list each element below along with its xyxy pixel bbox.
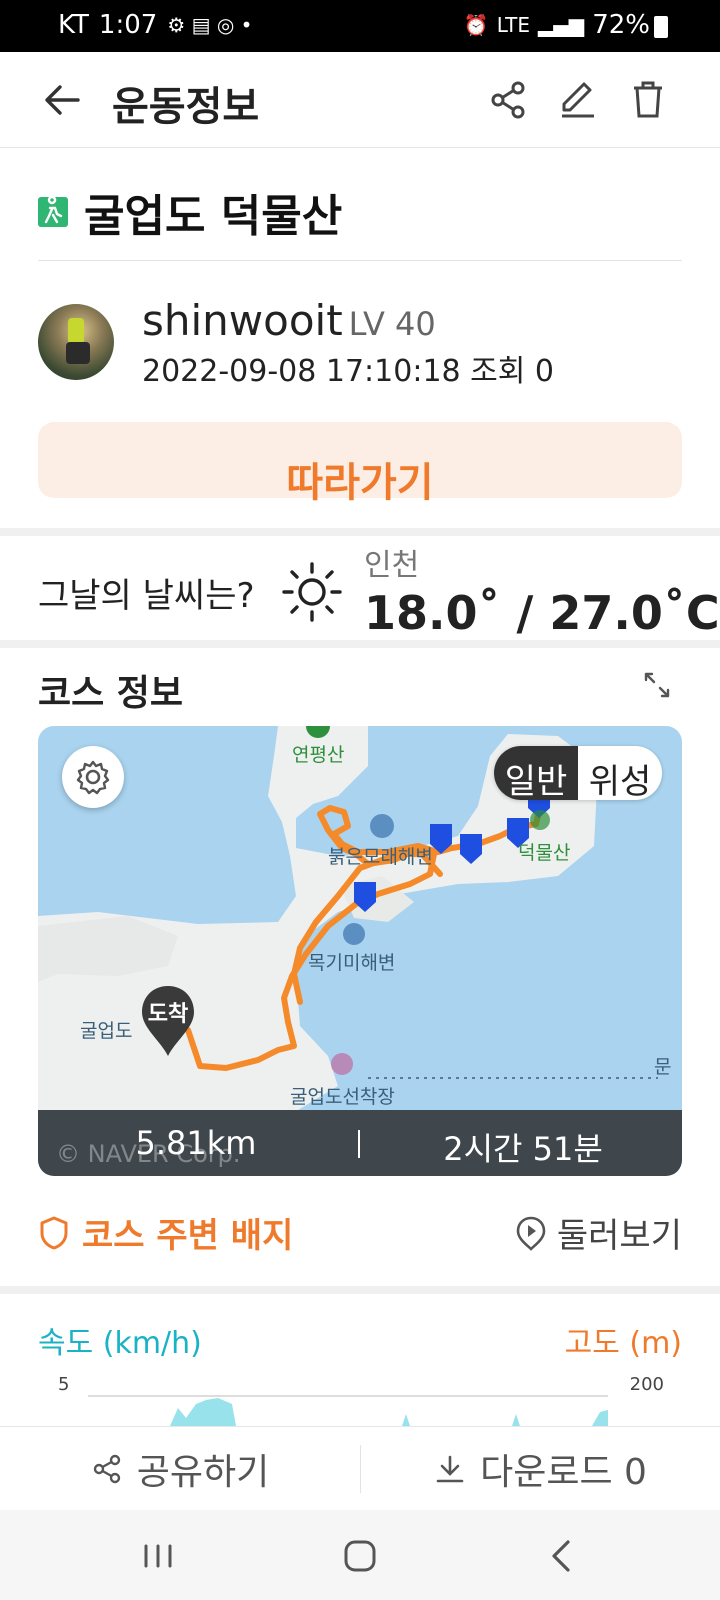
sun-icon xyxy=(282,562,342,622)
speed-area xyxy=(170,1398,236,1426)
download-button[interactable]: 다운로드 0 xyxy=(361,1427,720,1511)
map-watermark: © NAVER Corp. xyxy=(56,1140,241,1168)
weather-label: 그날의 날씨는? xyxy=(38,576,255,616)
arrival-label: 도착 xyxy=(147,1002,189,1027)
map-label-edge: 문 xyxy=(654,1056,672,1078)
battery-percent: 72% xyxy=(592,10,650,40)
user-level: LV 40 xyxy=(348,305,436,343)
home-icon[interactable] xyxy=(336,1532,384,1580)
map-label-beach1: 붉은모래해변 xyxy=(328,846,433,868)
page-title: 운동정보 xyxy=(112,84,260,130)
download-label: 다운로드 0 xyxy=(480,1452,647,1493)
avatar-figure-legs xyxy=(66,342,90,364)
map-label-yeonpyeongsan: 연평산 xyxy=(292,744,345,766)
map-label-port: 굴업도선착장 xyxy=(290,1086,395,1108)
avatar-figure xyxy=(68,318,84,344)
system-nav-bar xyxy=(0,1510,720,1600)
clock: 1:07 xyxy=(98,10,158,40)
course-title: 굴업도 덕물산 xyxy=(38,180,342,244)
recent-apps-icon[interactable] xyxy=(134,1532,182,1580)
tour-label: 둘러보기 xyxy=(556,1216,682,1256)
nearby-badge-link[interactable]: 코스 주변 배지 xyxy=(38,1208,293,1257)
map-label-island: 굴업도 xyxy=(80,1020,133,1042)
expand-icon[interactable] xyxy=(642,670,672,700)
speed-area xyxy=(512,1414,520,1426)
back-icon[interactable] xyxy=(538,1532,586,1580)
location-play-icon xyxy=(516,1216,546,1251)
carrier-label: KT xyxy=(58,10,89,40)
edit-icon[interactable] xyxy=(556,78,600,122)
user-row[interactable]: shinwooit LV 40 2022-09-08 17:10:18 조회 0 xyxy=(38,296,682,389)
course-duration: 2시간 51분 xyxy=(443,1130,603,1168)
share-icon[interactable] xyxy=(486,78,530,122)
nearby-badge-label: 코스 주변 배지 xyxy=(82,1216,294,1256)
course-map[interactable]: 일반 위성 연평산 붉은모래해변 덕물산 목기미해변 굴업도 굴업도선착장 문 … xyxy=(38,726,682,1176)
course-name: 굴업도 덕물산 xyxy=(84,191,343,242)
signal-icon: ▂▄▆ xyxy=(538,13,585,37)
share-label: 공유하기 xyxy=(136,1452,270,1493)
app-bar: 운동정보 xyxy=(0,52,720,148)
map-settings-button[interactable] xyxy=(62,746,124,808)
status-bar: KT 1:07 ⚙ ▤ ◎ • ⏰ LTE ▂▄▆ 72% xyxy=(0,0,720,52)
notification-icons: ⚙ ▤ ◎ • xyxy=(167,13,253,37)
follow-button[interactable]: 따라가기 xyxy=(38,422,682,506)
map-label-deokmulsan: 덕물산 xyxy=(518,842,571,864)
section-divider xyxy=(0,640,720,648)
bottom-action-bar: 공유하기 다운로드 0 xyxy=(0,1426,720,1510)
divider xyxy=(38,260,682,261)
map-type-normal[interactable]: 일반 xyxy=(494,746,578,800)
shield-icon xyxy=(40,1216,68,1249)
download-icon xyxy=(436,1455,464,1483)
delete-icon[interactable] xyxy=(626,78,670,122)
avatar[interactable] xyxy=(38,304,114,380)
user-name-text: shinwooit xyxy=(142,296,343,345)
stats-separator xyxy=(358,1130,360,1158)
tour-link[interactable]: 둘러보기 xyxy=(515,1208,682,1257)
network-label: LTE xyxy=(496,13,531,37)
gear-icon xyxy=(76,760,110,795)
speed-area xyxy=(592,1410,608,1426)
map-type-toggle[interactable]: 일반 위성 xyxy=(494,746,662,800)
course-info-heading: 코스 정보 xyxy=(38,673,184,714)
weather-city: 인천 xyxy=(364,548,420,583)
hiking-icon xyxy=(38,195,68,227)
speed-altitude-chart xyxy=(88,1395,608,1426)
alarm-icon: ⏰ xyxy=(463,13,489,37)
user-name[interactable]: shinwooit LV 40 xyxy=(142,296,436,345)
back-arrow-icon[interactable] xyxy=(40,78,84,122)
section-divider xyxy=(0,1286,720,1294)
map-type-satellite[interactable]: 위성 xyxy=(578,746,662,800)
section-divider xyxy=(0,528,720,536)
post-meta: 2022-09-08 17:10:18 조회 0 xyxy=(142,354,554,389)
map-label-beach2: 목기미해변 xyxy=(308,952,396,974)
speed-area xyxy=(402,1414,410,1426)
battery-icon xyxy=(654,16,668,38)
share-icon xyxy=(93,1454,120,1484)
share-button[interactable]: 공유하기 xyxy=(0,1427,360,1511)
weather-temperature: 18.0˚ / 27.0˚C xyxy=(364,586,720,640)
